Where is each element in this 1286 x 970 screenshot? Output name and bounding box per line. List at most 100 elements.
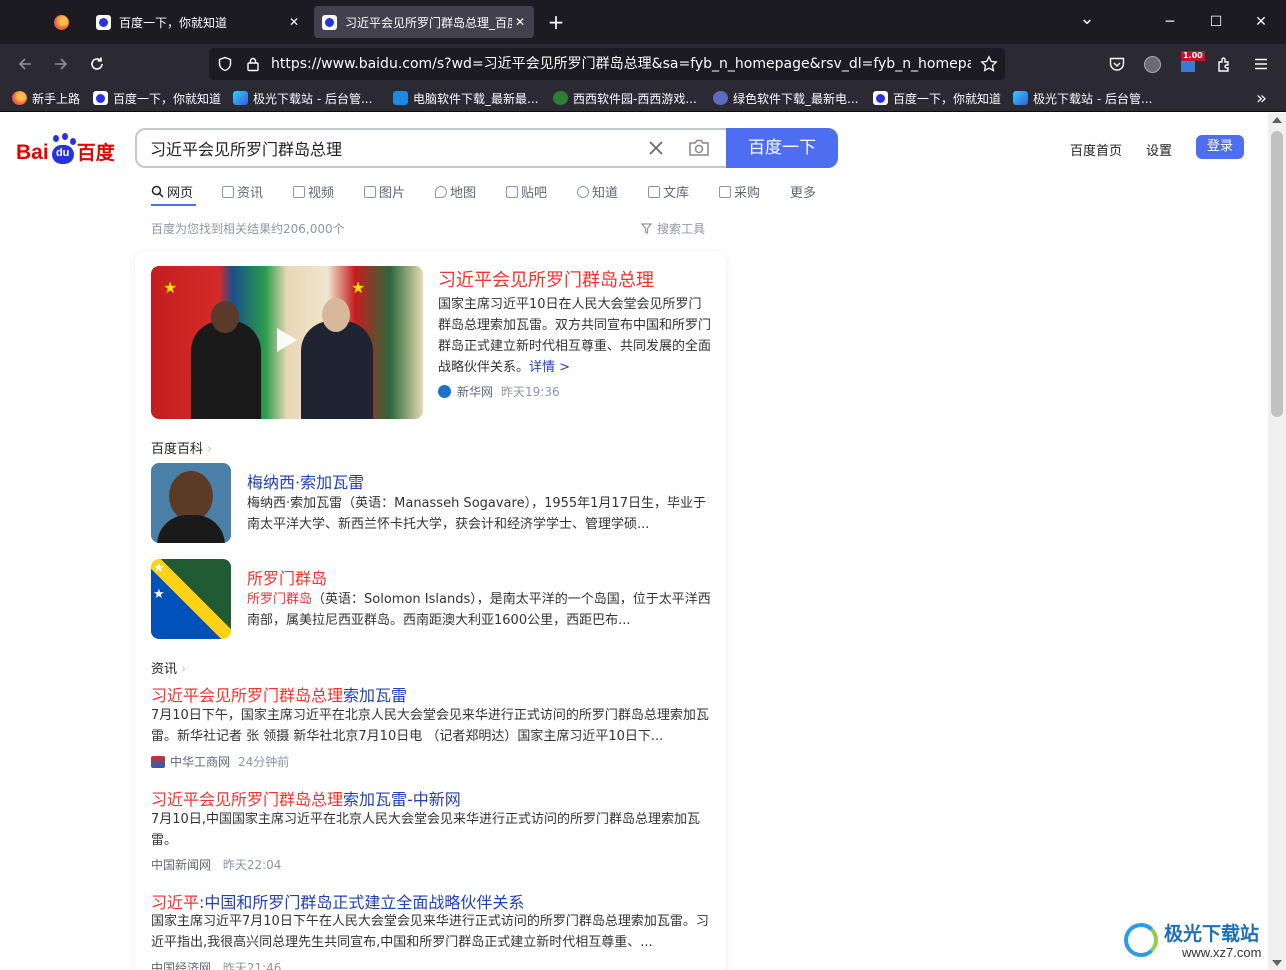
news-source: 新华网 昨天19:36 [438, 383, 560, 400]
green-software-icon [713, 91, 728, 105]
baike-snippet-highlight: 所罗门群岛 [247, 592, 313, 607]
more-bookmarks-chevron-icon[interactable]: » [1256, 84, 1267, 112]
news-item-source: 中国新闻网 昨天22:04 [151, 856, 281, 873]
image-icon [364, 185, 376, 198]
flag-icon [1181, 60, 1195, 72]
tab-images[interactable]: 图片 [364, 182, 405, 201]
baidu-logo[interactable]: Bai du 百度 [16, 131, 115, 165]
title-rest: :中国和所罗门群岛正式建立全面战略伙伴关系 [199, 893, 525, 912]
bookmark-item[interactable]: 百度一下，你就知道 [873, 84, 1001, 112]
close-window-button[interactable]: ✕ [1246, 8, 1276, 36]
reload-button[interactable] [83, 50, 111, 78]
camera-icon[interactable] [688, 139, 710, 157]
page-content: Bai du 百度 百度一下 百度首页 设置 登录 网页 资讯 [0, 113, 1268, 970]
list-all-tabs-button[interactable]: ⌄ [1072, 8, 1102, 36]
baike-title-link[interactable]: 所罗门群岛 [247, 565, 327, 589]
search-button[interactable]: 百度一下 [726, 128, 838, 168]
bookmark-item[interactable]: 电脑软件下载_最新最... [393, 84, 538, 112]
chevron-right-icon: › [181, 662, 187, 677]
lock-icon[interactable] [245, 56, 261, 72]
result-count: 百度为您找到相关结果约206,000个 [151, 222, 345, 236]
tab-webpage[interactable]: 网页 [151, 182, 193, 201]
bookmark-item[interactable]: 极光下载站 - 后台管... [1013, 84, 1152, 112]
search-input[interactable] [150, 130, 630, 166]
forward-button[interactable] [47, 50, 75, 78]
news-item-title-link[interactable]: 习近平:中国和所罗门群岛正式建立全面战略伙伴关系 [151, 889, 524, 913]
pocket-icon[interactable] [1108, 55, 1126, 73]
news-header[interactable]: 资讯 › [151, 658, 186, 677]
shield-icon[interactable] [217, 56, 233, 72]
extensions-puzzle-icon[interactable] [1216, 55, 1234, 73]
app-menu-icon[interactable] [1253, 56, 1269, 72]
news-item-title-link[interactable]: 习近平会见所罗门群岛总理索加瓦雷-中新网 [151, 786, 461, 810]
star-icon: ★ [163, 278, 178, 297]
extension-web-icon[interactable] [1144, 56, 1161, 73]
tab-baidu-home[interactable]: 百度一下，你就知道 ✕ [88, 6, 308, 38]
question-icon [577, 185, 589, 198]
minimize-button[interactable]: ─ [1155, 8, 1185, 36]
back-button[interactable] [11, 50, 39, 78]
tab-tieba[interactable]: 贴吧 [506, 182, 547, 201]
link-settings[interactable]: 设置 [1146, 140, 1172, 159]
filter-icon [641, 223, 652, 234]
search-tools-button[interactable]: 搜索工具 [641, 220, 705, 237]
login-button[interactable]: 登录 [1196, 135, 1244, 159]
bookmark-item[interactable]: 绿色软件下载_最新电... [713, 84, 858, 112]
source-name: 中华工商网 [170, 755, 231, 769]
bookmark-item[interactable]: 极光下载站 - 后台管... [233, 84, 372, 112]
tab-news[interactable]: 资讯 [222, 182, 263, 201]
person-left [191, 321, 261, 419]
back-arrow-icon [18, 58, 31, 70]
source-time: 昨天21:46 [222, 961, 282, 970]
tab-search-result[interactable]: 习近平会见所罗门群岛总理_百度 ✕ [314, 6, 534, 38]
tab-label: 更多 [790, 186, 817, 201]
play-icon[interactable] [277, 328, 297, 352]
maximize-button[interactable]: ☐ [1201, 8, 1231, 36]
close-icon[interactable]: ✕ [286, 15, 302, 29]
tab-video[interactable]: 视频 [293, 182, 334, 201]
tab-more[interactable]: 更多 [790, 182, 816, 201]
bookmark-item[interactable]: 百度一下，你就知道 [93, 84, 221, 112]
tab-zhidao[interactable]: 知道 [577, 182, 618, 201]
url-text[interactable]: https://www.baidu.com/s?wd=习近平会见所罗门群岛总理&… [271, 48, 971, 80]
news-item-title-link[interactable]: 习近平会见所罗门群岛总理索加瓦雷 [151, 682, 407, 706]
scroll-up-arrow-icon[interactable] [1272, 117, 1282, 123]
logo-du: du [55, 147, 70, 159]
news-title-link[interactable]: 习近平会见所罗门群岛总理 [438, 266, 654, 292]
bookmark-item[interactable]: 西西软件园-西西游戏... [553, 84, 697, 112]
close-icon[interactable]: ✕ [512, 15, 528, 29]
bookmark-label: 电脑软件下载_最新最... [413, 91, 539, 106]
tab-wenku[interactable]: 文库 [648, 182, 689, 201]
baidu-icon [93, 91, 108, 105]
bookmark-item[interactable]: 新手上路 [12, 84, 80, 112]
solomon-flag-image[interactable]: ★ ★ [151, 559, 231, 639]
xinhua-icon [438, 385, 451, 398]
search-tools-label: 搜索工具 [657, 222, 706, 236]
baike-title-link[interactable]: 梅纳西·索加瓦雷 [247, 469, 364, 493]
vertical-scrollbar[interactable] [1268, 113, 1286, 970]
firefox-view-button[interactable] [50, 11, 72, 33]
logo-cn: 百度 [76, 142, 115, 164]
extension-download-button[interactable]: 1.00 [1181, 51, 1205, 74]
bookmark-label: 百度一下，你就知道 [893, 91, 1002, 106]
news-item-snippet-text: 国家主席习近平7月10日下午在人民大会堂会见来华进行正式访问的所罗门群岛总理索加… [151, 914, 709, 950]
scrollbar-thumb[interactable] [1271, 131, 1283, 417]
paw-icon: du [50, 133, 76, 165]
tab-map[interactable]: 地图 [435, 182, 476, 201]
baike-header[interactable]: 百度百科 › [151, 438, 212, 457]
firefox-icon [53, 14, 69, 30]
details-link[interactable]: 详情 > [529, 360, 570, 375]
tieba-icon [506, 185, 518, 198]
url-bar[interactable]: https://www.baidu.com/s?wd=习近平会见所罗门群岛总理&… [209, 48, 1005, 80]
map-icon [435, 185, 447, 198]
clear-icon[interactable] [648, 140, 664, 156]
news-thumbnail[interactable]: ★ ★ [151, 266, 423, 419]
bookmark-star-icon[interactable] [980, 55, 998, 73]
link-baidu-home[interactable]: 百度首页 [1070, 140, 1122, 159]
scroll-down-arrow-icon[interactable] [1272, 960, 1282, 966]
tab-purchase[interactable]: 采购 [719, 182, 760, 201]
baike-person-image[interactable] [151, 463, 231, 543]
new-tab-button[interactable]: + [541, 8, 571, 36]
tab-title: 习近平会见所罗门群岛总理_百度 [345, 15, 512, 30]
baidu-icon [873, 91, 888, 105]
